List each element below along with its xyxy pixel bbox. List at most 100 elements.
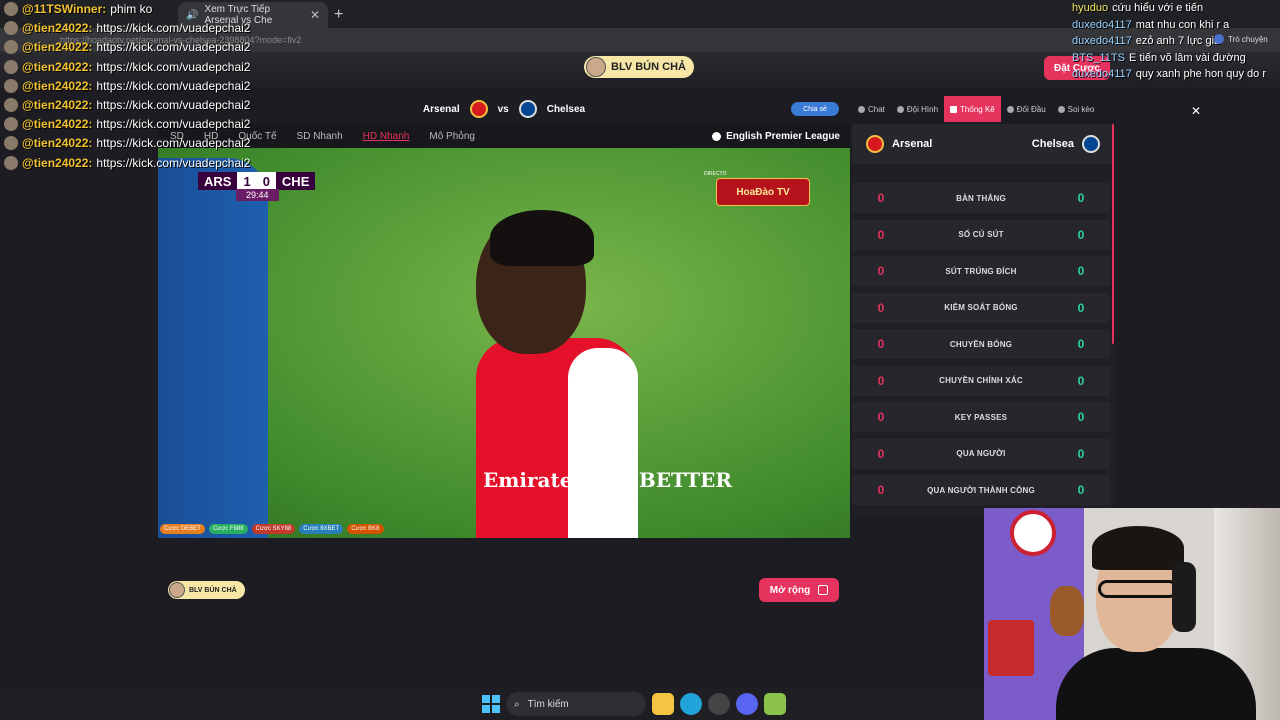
- tab-stats-label: Thống Kê: [960, 104, 995, 114]
- tab-stats[interactable]: Thống Kê: [944, 96, 1001, 122]
- stat-row: 0 CHUYỀN BÓNG 0: [852, 329, 1110, 359]
- screen: 🔊 Xem Trực Tiếp Arsenal vs Che ✕ + https…: [0, 0, 1280, 720]
- stat-home-value: 0: [877, 483, 885, 497]
- chat-text: https://kick.com/vuadepchai2: [96, 21, 251, 36]
- chat-message: duxedo4117 quy xanh phe hon quy do r: [1072, 68, 1266, 84]
- chat-text: https://kick.com/vuadepchai2: [96, 155, 251, 170]
- chat-message: @tien24022: https://kick.com/vuadepchai2: [4, 58, 250, 76]
- chat-username: @tien24022:: [22, 59, 93, 74]
- expand-button[interactable]: Mở rộng: [759, 578, 839, 602]
- chat-username: BTS_11TS: [1072, 51, 1125, 64]
- odds-icon: [1057, 105, 1065, 113]
- stat-home-value: 0: [877, 300, 885, 315]
- bet-link-8xbet[interactable]: Cược 8XBET: [299, 524, 344, 534]
- score-away-code: CHE: [275, 172, 316, 190]
- host-badge[interactable]: BLV BÚN CHẢ: [584, 56, 694, 78]
- vs-label: vs: [497, 103, 509, 115]
- new-tab-button[interactable]: +: [334, 6, 343, 24]
- chat-message: BTS_11TS E tiến võ lâm vài đường: [1072, 52, 1246, 68]
- chat-helper[interactable]: Trò chuyện: [1214, 34, 1268, 44]
- chat-avatar: [4, 21, 18, 36]
- stat-away-value: 0: [1077, 373, 1085, 388]
- taskbar-search[interactable]: ⌕ Tìm kiếm: [506, 692, 646, 716]
- stat-label: KEY PASSES: [954, 412, 1008, 422]
- score-home: 1: [237, 172, 257, 190]
- host-name: BLV BÚN CHẢ: [611, 61, 686, 73]
- helper-avatar-icon: [1214, 34, 1224, 44]
- tab-lineup[interactable]: Đội Hình: [891, 96, 944, 122]
- share-label: Chia sẻ: [803, 105, 827, 113]
- chat-text: ezỏ anh 7 lực già: [1135, 35, 1221, 47]
- quality-tab-sd-fast[interactable]: SD Nhanh: [297, 131, 343, 142]
- expand-icon: [818, 585, 829, 595]
- stat-row: 0 KEY PASSES 0: [852, 402, 1110, 432]
- tab-odds[interactable]: Soi kèo: [1052, 96, 1101, 122]
- chat-text: phim ko: [110, 2, 153, 16]
- stat-home-value: 0: [877, 410, 885, 424]
- chat-icon: [858, 105, 865, 113]
- chat-username: @tien24022:: [22, 155, 93, 170]
- quality-tab-hd-fast[interactable]: HD Nhanh: [363, 131, 410, 142]
- chat-avatar: [4, 155, 18, 170]
- chat-avatar: [4, 59, 18, 74]
- edge-icon[interactable]: [680, 693, 702, 715]
- host-badge-small[interactable]: BLV BÚN CHẢ: [168, 581, 245, 599]
- chat-avatar: [4, 2, 18, 16]
- stat-label: QUA NGƯỜI: [956, 449, 1006, 458]
- windows-start-icon[interactable]: [482, 695, 500, 713]
- away-team-name: Chelsea: [546, 103, 586, 115]
- chat-message: duxedo4117 ezỏ anh 7 lực già: [1072, 35, 1220, 51]
- chat-username: @tien24022:: [22, 40, 93, 55]
- expand-label: Mở rộng: [769, 584, 811, 596]
- taskbar-search-label: Tìm kiếm: [527, 698, 569, 710]
- tab-odds-label: Soi kèo: [1067, 104, 1095, 114]
- chat-avatar: [4, 78, 18, 93]
- host-avatar-small: [169, 582, 185, 598]
- video-player[interactable]: Emirates FLY BETTER: [158, 148, 850, 538]
- stat-home-value: 0: [877, 264, 885, 278]
- share-button[interactable]: Chia sẻ: [791, 102, 839, 116]
- stat-label: CHUYỀN BÓNG: [949, 339, 1013, 349]
- chat-username: @11TSWinner:: [22, 2, 107, 16]
- directo-label: DIRECTO: [704, 171, 727, 177]
- chat-username: hyuduo: [1072, 2, 1109, 14]
- tab-head-to-head[interactable]: Đối Đầu: [1001, 96, 1052, 122]
- close-panel-icon[interactable]: ✕: [1191, 104, 1201, 118]
- stat-label: CHUYỀN CHÍNH XÁC: [939, 376, 1023, 385]
- chat-message: @tien24022: https://kick.com/vuadepchai2: [4, 115, 250, 133]
- league-name: English Premier League: [726, 130, 840, 142]
- stats-home-name: Arsenal: [892, 138, 933, 150]
- bet-link-bk8[interactable]: Cược BK8: [347, 524, 384, 534]
- chat-message: @tien24022: https://kick.com/vuadepchai2: [4, 77, 250, 95]
- league-label: English Premier League: [712, 131, 840, 142]
- chat-text: E tiến võ lâm vài đường: [1129, 51, 1246, 64]
- bet-link-f888[interactable]: Cược F888: [208, 524, 248, 534]
- match-header: Arsenal vs Chelsea: [158, 96, 850, 122]
- chat-username: @tien24022:: [22, 98, 93, 112]
- chelsea-player: [158, 158, 268, 538]
- bet-links: Cược DEBET Cược F888 Cược SKY88 Cược 8XB…: [160, 524, 384, 534]
- discord-icon[interactable]: [736, 693, 758, 715]
- quality-tab-simulation[interactable]: Mô Phỏng: [429, 131, 475, 142]
- bet-link-debet[interactable]: Cược DEBET: [160, 524, 205, 534]
- file-explorer-icon[interactable]: [652, 693, 674, 715]
- streamer-body: [1056, 648, 1256, 720]
- match-clock: 29:44: [236, 189, 279, 201]
- tab-chat[interactable]: Chat: [852, 96, 891, 122]
- stat-label: QUA NGƯỜI THÀNH CÔNG: [927, 485, 1035, 495]
- app-icon[interactable]: [764, 693, 786, 715]
- arsenal-player-sleeve: [568, 348, 638, 538]
- panel-scrollbar[interactable]: [1112, 124, 1114, 344]
- chat-avatar: [4, 117, 18, 132]
- bet-link-sky88[interactable]: Cược SKY88: [251, 524, 296, 534]
- home-team-name: Arsenal: [422, 103, 460, 115]
- close-tab-icon[interactable]: ✕: [310, 8, 320, 22]
- stats-home-team: Arsenal: [866, 135, 932, 153]
- chrome-icon[interactable]: [708, 693, 730, 715]
- chat-text: mat nhu con khi r a: [1135, 18, 1230, 31]
- headset: [1172, 562, 1196, 632]
- chat-message: @tien24022: https://kick.com/vuadepchai2: [4, 134, 250, 152]
- chat-message: @11TSWinner: phim ko: [4, 0, 152, 18]
- stream-quality-bar: SD HD Quốc Tế SD Nhanh HD Nhanh Mô Phỏng…: [158, 124, 850, 148]
- stat-away-value: 0: [1077, 337, 1085, 351]
